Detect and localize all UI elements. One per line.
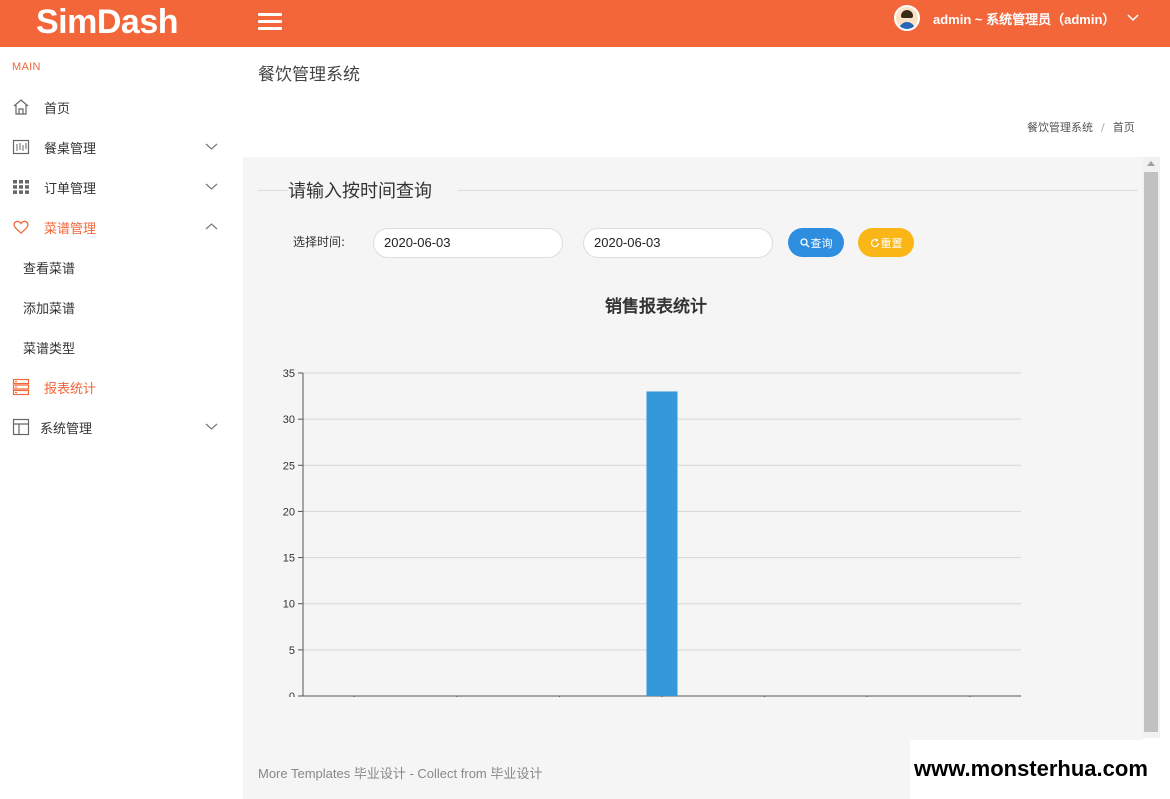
sidebar-item-orders[interactable]: 订单管理: [0, 167, 243, 207]
layout-icon: [12, 418, 30, 436]
chevron-down-icon[interactable]: [1127, 14, 1139, 22]
top-bar: SimDash admin ~ 系统管理员（admin）: [0, 0, 1170, 47]
sidebar-item-home[interactable]: 首页: [0, 87, 243, 127]
query-button[interactable]: 查询: [788, 228, 844, 257]
reset-button[interactable]: 重置: [858, 228, 914, 257]
scroll-thumb[interactable]: [1144, 172, 1158, 732]
query-button-label: 查询: [810, 236, 833, 250]
avatar[interactable]: [894, 5, 920, 31]
sidebar-subitem-add-recipe[interactable]: 添加菜谱: [23, 298, 75, 317]
menu-toggle-icon[interactable]: [258, 10, 282, 34]
sidebar-subitem-recipe-types[interactable]: 菜谱类型: [23, 338, 75, 357]
sidebar-item-label: 系统管理: [40, 421, 93, 437]
sidebar-item-tables[interactable]: 餐桌管理: [0, 127, 243, 167]
y-tick-label: 30: [283, 414, 295, 426]
search-icon: [799, 237, 809, 247]
sidebar-subitem-view-recipes[interactable]: 查看菜谱: [23, 258, 75, 277]
breadcrumb-separator: /: [1101, 121, 1105, 134]
y-tick-label: 5: [289, 645, 295, 657]
reset-button-label: 重置: [880, 236, 903, 250]
sidebar-item-recipes[interactable]: 菜谱管理: [0, 207, 243, 247]
table-icon: [12, 138, 30, 156]
chevron-down-icon[interactable]: [205, 140, 218, 153]
sidebar-item-reports[interactable]: 报表统计: [0, 367, 243, 407]
scroll-up-arrow-icon[interactable]: [1147, 161, 1155, 166]
grid-icon: [12, 178, 30, 196]
vertical-scrollbar[interactable]: [1143, 157, 1160, 738]
home-icon: [12, 98, 30, 116]
sales-bar-chart: 05101520253035星期一星期二星期三星期四星期五星期六星期天: [283, 368, 1021, 697]
app-logo[interactable]: SimDash: [36, 2, 179, 44]
user-name: admin ~ 系统管理员（admin）: [933, 11, 1116, 27]
sidebar: MAIN 首页 餐桌管理 订单管理 菜谱管理 查看菜谱 添加菜谱 菜谱类型 报表…: [0, 47, 243, 799]
chevron-up-icon[interactable]: [205, 220, 218, 233]
fieldset-legend: 请输入按时间查询: [288, 177, 432, 203]
start-date-input[interactable]: 2020-06-03: [373, 228, 563, 258]
bar-3: [646, 391, 678, 696]
report-panel: 请输入按时间查询 选择时间: 2020-06-03 2020-06-03 查询 …: [243, 157, 1143, 799]
list-icon: [12, 378, 30, 396]
y-tick-label: 15: [283, 553, 295, 565]
sidebar-item-label: 菜谱管理: [44, 221, 97, 237]
fieldset-border: [258, 190, 288, 191]
breadcrumb-item[interactable]: 餐饮管理系统: [1027, 121, 1093, 134]
y-tick-label: 10: [283, 599, 295, 611]
watermark: www.monsterhua.com: [910, 740, 1170, 799]
sidebar-item-label: 订单管理: [44, 181, 97, 197]
y-tick-label: 25: [283, 460, 295, 472]
y-tick-label: 0: [289, 691, 295, 697]
sidebar-section-label: MAIN: [12, 61, 41, 73]
page-title: 餐饮管理系统: [258, 65, 360, 85]
end-date-input[interactable]: 2020-06-03: [583, 228, 773, 258]
heart-icon: [12, 218, 30, 236]
sidebar-item-system[interactable]: 系统管理: [0, 407, 243, 447]
user-menu[interactable]: admin ~ 系统管理员（admin）: [894, 2, 1139, 34]
sidebar-item-label: 报表统计: [44, 381, 97, 397]
date-range-label: 选择时间:: [293, 235, 346, 249]
footer-text: More Templates 毕业设计 - Collect from 毕业设计: [258, 766, 543, 781]
breadcrumb: 餐饮管理系统 / 首页: [1027, 119, 1135, 135]
y-tick-label: 35: [283, 368, 295, 380]
breadcrumb-item-current: 首页: [1112, 121, 1135, 134]
sidebar-item-label: 餐桌管理: [44, 141, 97, 157]
sidebar-item-label: 首页: [44, 101, 71, 117]
chart-title: 销售报表统计: [605, 297, 707, 317]
chevron-down-icon[interactable]: [205, 420, 218, 433]
chevron-down-icon[interactable]: [205, 180, 218, 193]
refresh-icon: [870, 237, 879, 247]
fieldset-border: [458, 190, 1138, 191]
y-tick-label: 20: [283, 506, 295, 518]
